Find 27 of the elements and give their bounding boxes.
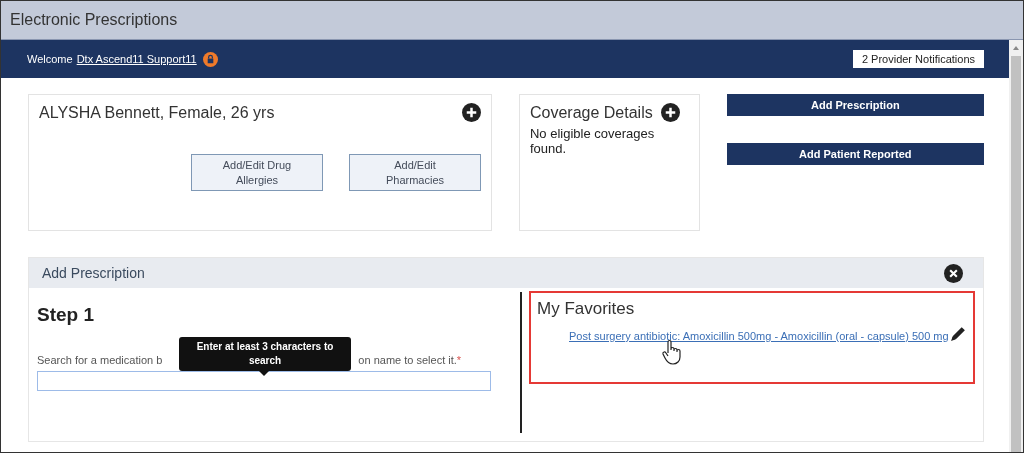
coverage-title: Coverage Details xyxy=(529,103,653,122)
add-icon[interactable] xyxy=(461,103,481,122)
user-link[interactable]: Dtx Ascend11 Support11 xyxy=(76,53,197,65)
scroll-up-icon[interactable] xyxy=(1012,44,1020,52)
edit-button[interactable]: Add/Edit Pharmacies xyxy=(348,154,481,191)
close-icon[interactable] xyxy=(944,263,963,283)
add-icon[interactable] xyxy=(660,103,680,122)
patient-name: ALYSHA Bennett, Female, 26 yrs xyxy=(39,103,275,122)
window-title: Electronic Prescriptions xyxy=(10,11,178,29)
search-field[interactable] xyxy=(37,371,491,391)
scrollbar[interactable] xyxy=(1009,40,1023,452)
pencil-icon[interactable] xyxy=(949,325,967,342)
welcome-text: Welcome xyxy=(27,53,73,65)
favorite-link[interactable]: Post surgery antibiotic: Amoxicillin 500mg - Amoxicillin (oral - capsule) 500 mg xyxy=(569,330,949,342)
notifications-button[interactable]: 2 Provider Notifications xyxy=(852,50,984,68)
coverage-message: No eligible coverages found. xyxy=(529,126,656,156)
action-button[interactable]: Add Prescription xyxy=(726,94,984,116)
step-heading: Step 1 xyxy=(37,304,96,326)
lock-icon xyxy=(202,51,218,67)
panel-title: Add Prescription xyxy=(42,265,145,281)
tooltip-pointer-icon xyxy=(259,371,269,376)
hand-cursor-icon xyxy=(661,339,683,365)
search-label: Search for a medication b xyxy=(37,354,163,366)
search-label: on name to select it.* xyxy=(358,354,462,366)
favorites-title: My Favorites xyxy=(537,299,636,319)
edit-button[interactable]: Add/Edit Drug Allergies xyxy=(190,154,323,191)
action-button[interactable]: Add Patient Reported xyxy=(726,143,984,165)
